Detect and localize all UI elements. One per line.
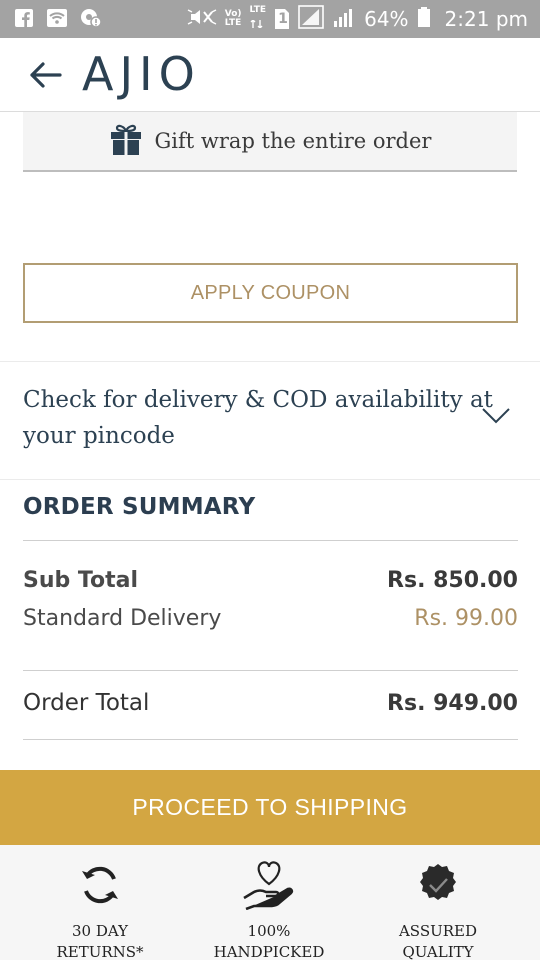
gift-icon <box>109 122 143 161</box>
delivery-row: Standard Delivery Rs. 99.00 <box>23 606 518 631</box>
features-bar: 30 DAY RETURNS* 100% HANDPICKED ASSURED … <box>0 845 540 960</box>
status-bar-right: Vo) LTE LTE 1 64% 2:21 pm <box>187 4 528 34</box>
subtotal-label: Sub Total <box>23 568 139 593</box>
feature-returns: 30 DAY RETURNS* <box>20 859 180 960</box>
gift-wrap-option[interactable]: Gift wrap the entire order <box>23 112 517 172</box>
handpicked-icon <box>189 859 349 911</box>
apply-coupon-button[interactable]: APPLY COUPON <box>23 263 518 323</box>
feature-handpicked-line1: 100% <box>247 922 291 940</box>
sim-1-icon: 1 <box>274 8 290 30</box>
delivery-label: Standard Delivery <box>23 606 222 631</box>
order-summary-title: ORDER SUMMARY <box>23 494 256 520</box>
order-total-label: Order Total <box>23 690 150 716</box>
feature-handpicked-line2: HANDPICKED <box>213 943 325 960</box>
feature-assured-quality: ASSURED QUALITY <box>358 859 518 960</box>
back-button[interactable] <box>26 56 64 94</box>
notification-icon <box>80 8 102 33</box>
divider <box>0 479 540 480</box>
battery-icon <box>417 6 431 33</box>
signal-icon <box>332 6 356 33</box>
status-bar: Vo) LTE LTE 1 64% 2:21 pm <box>0 0 540 38</box>
returns-icon <box>20 859 180 911</box>
feature-assured-line1: ASSURED <box>398 922 478 940</box>
brand-logo[interactable]: AJIO <box>82 47 201 101</box>
signal-icon <box>298 4 324 34</box>
feature-assured-line2: QUALITY <box>402 943 474 960</box>
feature-returns-line1: 30 DAY <box>71 922 128 940</box>
divider <box>23 739 518 740</box>
battery-percent: 64% <box>364 7 409 31</box>
subtotal-value: Rs. 850.00 <box>387 568 518 593</box>
divider <box>23 540 518 541</box>
pincode-check-label: Check for delivery & COD availability at… <box>23 387 493 449</box>
status-bar-left <box>14 8 102 33</box>
feature-returns-line2: RETURNS* <box>56 943 144 960</box>
lte-icon: LTE <box>250 5 266 33</box>
divider <box>23 670 518 671</box>
volte-icon: Vo) LTE <box>224 9 242 28</box>
subtotal-row: Sub Total Rs. 850.00 <box>23 568 518 593</box>
gift-wrap-label: Gift wrap the entire order <box>154 129 432 153</box>
proceed-to-shipping-button[interactable]: PROCEED TO SHIPPING <box>0 770 540 845</box>
facebook-icon <box>14 8 34 33</box>
clock: 2:21 pm <box>444 7 528 31</box>
assured-quality-icon <box>358 859 518 911</box>
order-total-value: Rs. 949.00 <box>387 691 518 716</box>
order-total-row: Order Total Rs. 949.00 <box>23 690 518 716</box>
feature-handpicked: 100% HANDPICKED <box>189 859 349 960</box>
app-header: AJIO <box>0 38 540 112</box>
delivery-value: Rs. 99.00 <box>414 606 518 631</box>
pincode-check[interactable]: Check for delivery & COD availability at… <box>0 362 540 479</box>
wifi-icon <box>46 8 68 33</box>
chevron-down-icon[interactable] <box>480 406 512 431</box>
arrow-left-icon[interactable] <box>28 61 62 89</box>
mute-icon <box>187 6 217 33</box>
